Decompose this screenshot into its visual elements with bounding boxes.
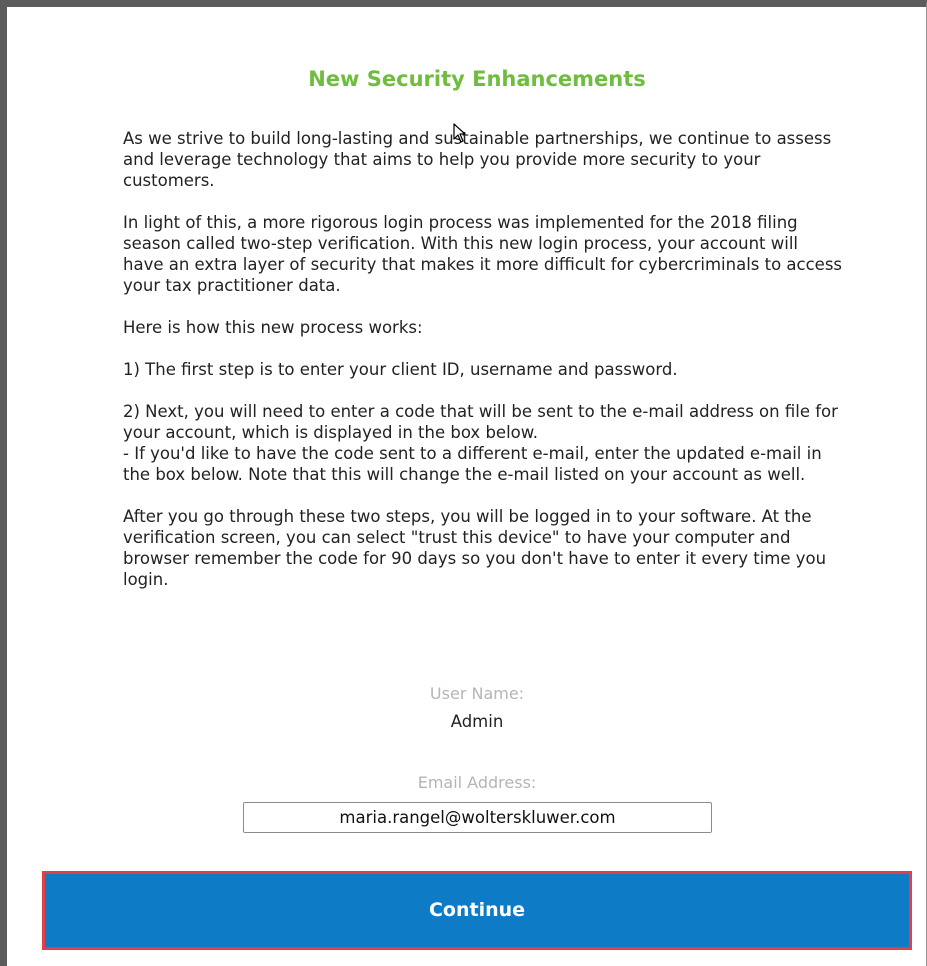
- email-field[interactable]: [243, 802, 712, 833]
- user-name-value: Admin: [450, 712, 504, 731]
- paragraph-closing: After you go through these two steps, yo…: [123, 507, 827, 589]
- paragraph-step2: 2) Next, you will need to enter a code t…: [123, 402, 838, 442]
- continue-button[interactable]: Continue: [42, 871, 912, 950]
- dialog-window: New Security Enhancements As we strive t…: [0, 0, 927, 966]
- email-label: Email Address:: [417, 773, 537, 792]
- paragraph-context: In light of this, a more rigorous login …: [123, 213, 843, 295]
- paragraph-intro: As we strive to build long-lasting and s…: [123, 129, 832, 190]
- dialog-body: As we strive to build long-lasting and s…: [123, 128, 843, 611]
- paragraph-how-it-works: Here is how this new process works:: [123, 318, 423, 337]
- dialog-title: New Security Enhancements: [308, 67, 646, 91]
- paragraph-step2-note: - If you'd like to have the code sent to…: [123, 444, 822, 484]
- paragraph-step1: 1) The first step is to enter your clien…: [123, 360, 678, 379]
- user-name-label: User Name:: [429, 684, 525, 703]
- mouse-pointer-icon: [453, 123, 466, 143]
